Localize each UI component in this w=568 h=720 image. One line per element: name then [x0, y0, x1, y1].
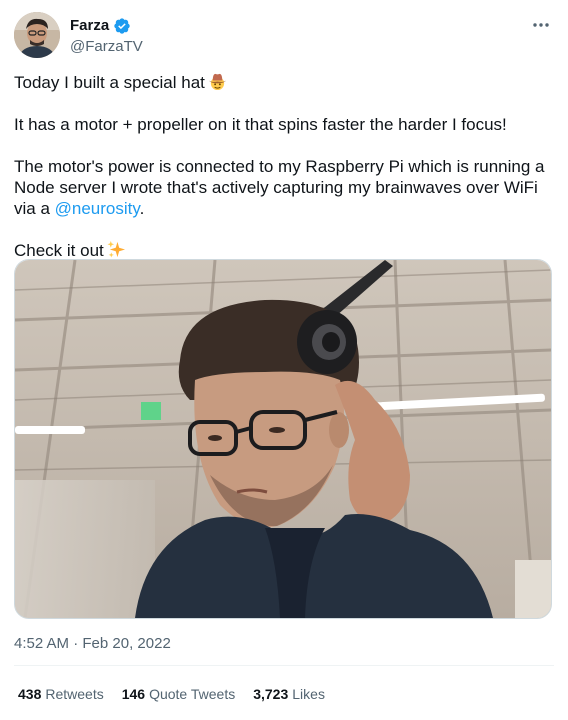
- tweet-line-4: Check it out: [14, 240, 554, 261]
- verified-badge-icon: [113, 17, 131, 35]
- tweet-date: Feb 20, 2022: [82, 635, 171, 652]
- likes-label: Likes: [292, 686, 325, 702]
- engagement-stats: 438 Retweets 146 Quote Tweets 3,723 Like…: [18, 684, 325, 704]
- likes-stat[interactable]: 3,723 Likes: [253, 684, 325, 704]
- tweet-header: Farza @FarzaTV: [14, 12, 554, 62]
- video-frame[interactable]: [14, 259, 552, 619]
- avatar[interactable]: [14, 12, 60, 58]
- quote-tweets-label: Quote Tweets: [149, 686, 236, 702]
- tweet-line-2: It has a motor + propeller on it that sp…: [14, 115, 507, 134]
- display-name[interactable]: Farza: [70, 16, 109, 36]
- tweet-line-3: The motor's power is connected to my Ras…: [14, 156, 554, 219]
- tweet-line-4-text: Check it out: [14, 241, 104, 260]
- sparkles-icon: [107, 240, 126, 259]
- author-names: Farza @FarzaTV: [70, 16, 143, 57]
- more-options-icon[interactable]: [530, 14, 552, 36]
- author-handle[interactable]: @FarzaTV: [70, 37, 143, 57]
- likes-count: 3,723: [253, 686, 289, 702]
- tweet-line-3-end: .: [139, 199, 145, 218]
- quote-tweets-stat[interactable]: 146 Quote Tweets: [122, 684, 236, 704]
- divider: [14, 665, 554, 666]
- tweet-line-1: Today I built a special hat: [14, 72, 554, 93]
- tweet-timestamp[interactable]: 4:52 AM · Feb 20, 2022: [14, 634, 171, 654]
- tweet-time: 4:52 AM: [14, 635, 70, 652]
- timestamp-separator: ·: [73, 635, 79, 652]
- retweets-stat[interactable]: 438 Retweets: [18, 684, 104, 704]
- tweet-text: Today I built a special hat It has a mot…: [14, 72, 554, 261]
- retweets-label: Retweets: [45, 686, 104, 702]
- cowboy-hat-face-icon: [208, 72, 227, 91]
- retweets-count: 438: [18, 686, 42, 702]
- tweet-line-1-text: Today I built a special hat: [14, 73, 205, 92]
- mention-link[interactable]: @neurosity: [55, 199, 140, 218]
- quote-tweets-count: 146: [121, 686, 146, 702]
